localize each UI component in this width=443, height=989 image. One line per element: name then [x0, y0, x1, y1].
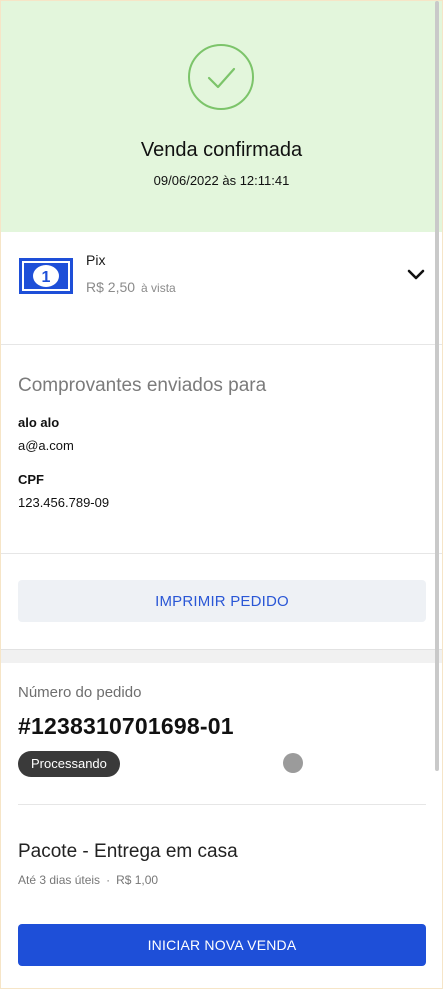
- customer-email: a@a.com: [18, 438, 74, 453]
- order-number-label: Número do pedido: [18, 684, 142, 701]
- sale-confirmation-screen: Venda confirmada 09/06/2022 às 12:11:41 …: [0, 0, 443, 989]
- page-title: Venda confirmada: [140, 139, 303, 161]
- loading-indicator: [283, 753, 303, 773]
- sale-datetime: 09/06/2022 às 12:11:41: [153, 173, 290, 188]
- banknote-icon: 1: [19, 258, 73, 294]
- scrollbar[interactable]: [435, 1, 439, 771]
- payment-value: R$ 2,50: [86, 279, 136, 295]
- shipping-price: R$ 1,00: [116, 873, 159, 887]
- order-number: #1238310701698-01: [18, 713, 234, 739]
- chevron-down-icon[interactable]: [405, 264, 427, 286]
- receipts-title: Comprovantes enviados para: [18, 375, 267, 396]
- status-badge: Processando: [18, 751, 120, 777]
- shipping-eta: Até 3 dias úteis: [18, 873, 101, 887]
- check-circle-icon: [188, 44, 254, 110]
- payment-method: Pix: [86, 252, 106, 268]
- payment-amount: R$ 2,50 à vista: [86, 279, 176, 295]
- document-label: CPF: [18, 472, 44, 487]
- divider: [18, 804, 426, 805]
- print-order-button[interactable]: IMPRIMIR PEDIDO: [18, 580, 426, 622]
- new-sale-button[interactable]: INICIAR NOVA VENDA: [18, 924, 426, 966]
- success-header: Venda confirmada 09/06/2022 às 12:11:41: [1, 1, 442, 232]
- print-section: IMPRIMIR PEDIDO: [1, 554, 442, 649]
- section-divider: [1, 649, 442, 663]
- payment-condition: à vista: [141, 281, 176, 295]
- receipts-section: Comprovantes enviados para alo alo a@a.c…: [1, 345, 442, 554]
- svg-text:1: 1: [42, 269, 51, 286]
- document-value: 123.456.789-09: [18, 495, 110, 510]
- payment-summary-row[interactable]: 1 Pix R$ 2,50 à vista: [1, 232, 442, 345]
- shipping-separator: ·: [106, 873, 111, 887]
- shipping-details: Até 3 dias úteis · R$ 1,00: [18, 873, 158, 887]
- customer-name: alo alo: [18, 415, 60, 430]
- shipping-title: Pacote - Entrega em casa: [18, 841, 238, 862]
